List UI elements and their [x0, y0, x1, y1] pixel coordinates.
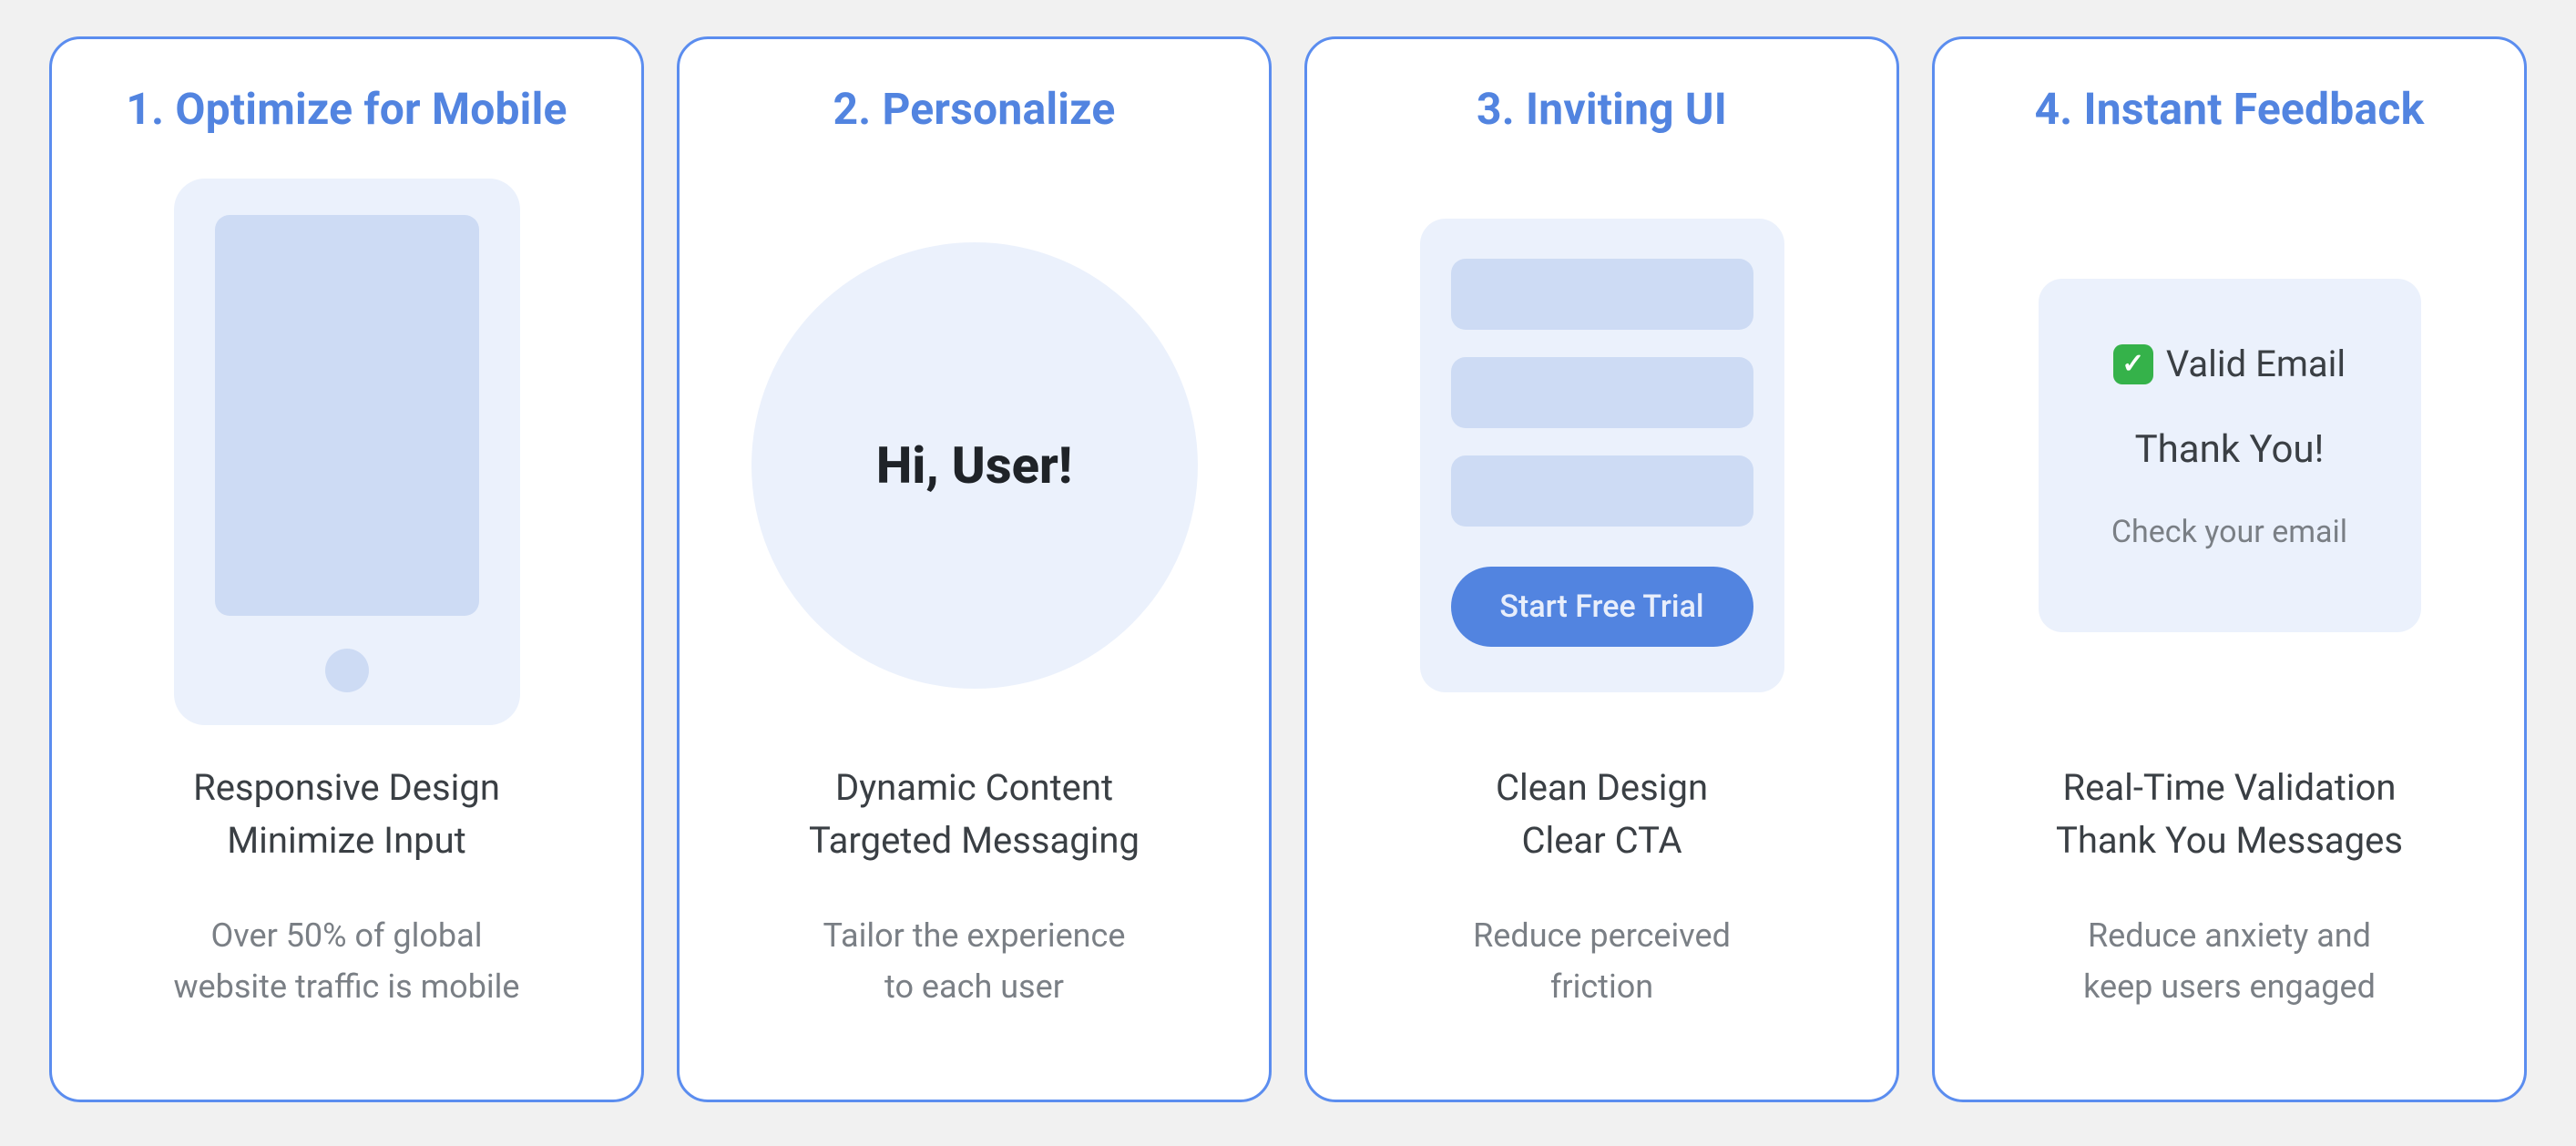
card-caption: Reduce perceived friction	[1473, 911, 1731, 1013]
card-bullets: Real-Time Validation Thank You Messages	[2056, 762, 2403, 867]
form-mock: Start Free Trial	[1420, 219, 1784, 692]
form-field-placeholder	[1451, 357, 1753, 428]
card-caption: Tailor the experience to each user	[823, 911, 1126, 1013]
bullet-line: Clean Design	[1496, 762, 1708, 814]
bullet-line: Thank You Messages	[2056, 814, 2403, 867]
caption-line: website traffic is mobile	[173, 962, 519, 1013]
caption-line: Tailor the experience	[823, 911, 1126, 962]
card-title: 3. Inviting UI	[1477, 83, 1727, 135]
bullet-line: Minimize Input	[193, 814, 500, 867]
feedback-mock: ✓ Valid Email Thank You! Check your emai…	[2039, 279, 2421, 632]
card-personalize: 2. Personalize Hi, User! Dynamic Content…	[677, 36, 1272, 1102]
card-title: 1. Optimize for Mobile	[126, 83, 567, 135]
form-field-placeholder	[1451, 455, 1753, 527]
caption-line: Reduce anxiety and	[2083, 911, 2376, 962]
illustration-form: Start Free Trial	[1340, 160, 1864, 743]
bullet-line: Clear CTA	[1496, 814, 1708, 867]
check-email-text: Check your email	[2111, 514, 2347, 550]
check-icon: ✓	[2113, 344, 2153, 384]
cta-label: Start Free Trial	[1499, 588, 1703, 625]
greeting-text: Hi, User!	[876, 435, 1072, 496]
tablet-frame	[174, 179, 520, 725]
card-title: 2. Personalize	[833, 83, 1115, 135]
form-field-placeholder	[1451, 259, 1753, 330]
tablet-screen	[215, 215, 479, 616]
caption-line: to each user	[823, 962, 1126, 1013]
caption-line: keep users engaged	[2083, 962, 2376, 1013]
card-bullets: Clean Design Clear CTA	[1496, 762, 1708, 867]
caption-line: Reduce perceived	[1473, 911, 1731, 962]
card-bullets: Dynamic Content Targeted Messaging	[809, 762, 1140, 867]
greeting-circle: Hi, User!	[751, 242, 1198, 689]
bullet-line: Dynamic Content	[809, 762, 1140, 814]
bullet-line: Targeted Messaging	[809, 814, 1140, 867]
bullet-line: Responsive Design	[193, 762, 500, 814]
card-caption: Reduce anxiety and keep users engaged	[2083, 911, 2376, 1013]
valid-email-label: Valid Email	[2166, 343, 2346, 385]
bullet-line: Real-Time Validation	[2056, 762, 2403, 814]
valid-email-line: ✓ Valid Email	[2113, 343, 2346, 385]
card-instant-feedback: 4. Instant Feedback ✓ Valid Email Thank …	[1932, 36, 2527, 1102]
card-inviting-ui: 3. Inviting UI Start Free Trial Clean De…	[1304, 36, 1899, 1102]
illustration-greeting: Hi, User!	[712, 160, 1236, 743]
thank-you-text: Thank You!	[2135, 427, 2325, 472]
cta-button: Start Free Trial	[1451, 567, 1753, 647]
caption-line: friction	[1473, 962, 1731, 1013]
card-caption: Over 50% of global website traffic is mo…	[173, 911, 519, 1013]
illustration-feedback: ✓ Valid Email Thank You! Check your emai…	[1968, 160, 2491, 743]
card-optimize-mobile: 1. Optimize for Mobile Responsive Design…	[49, 36, 644, 1102]
tablet-home-button-icon	[325, 649, 369, 692]
caption-line: Over 50% of global	[173, 911, 519, 962]
illustration-tablet	[85, 160, 608, 743]
cards-row: 1. Optimize for Mobile Responsive Design…	[0, 0, 2576, 1139]
card-title: 4. Instant Feedback	[2035, 83, 2425, 135]
card-bullets: Responsive Design Minimize Input	[193, 762, 500, 867]
